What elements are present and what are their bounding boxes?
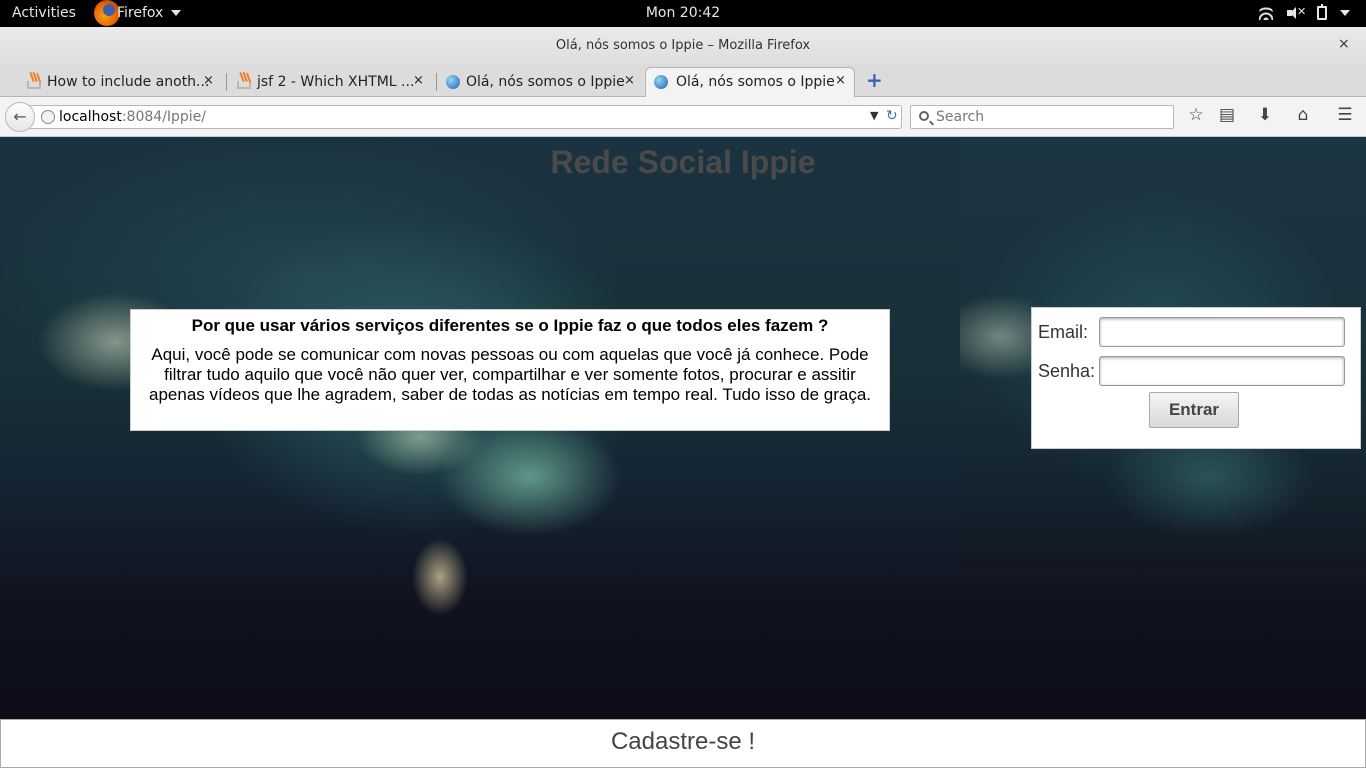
tab-close-button[interactable]: ×	[203, 73, 214, 88]
tab-label: Olá, nós somos o Ippie	[676, 74, 835, 90]
stackoverflow-icon	[237, 81, 251, 89]
email-field[interactable]	[1099, 317, 1345, 347]
back-button[interactable]: ←	[5, 102, 35, 132]
url-host: localhost	[59, 109, 122, 125]
volume-muted-icon[interactable]: ✕	[1287, 5, 1306, 20]
navigation-bar: localhost:8084/Ippie/ ▼ ↻ ← Search ☆ ▤ ⬇…	[0, 97, 1366, 137]
tab-label: jsf 2 - Which XHTML ...	[257, 74, 415, 90]
page-title: Rede Social Ippie	[550, 144, 816, 180]
battery-icon[interactable]	[1317, 4, 1327, 20]
email-label: Email:	[1038, 322, 1089, 342]
bookmark-star-icon[interactable]: ☆	[1185, 105, 1207, 125]
globe-icon	[654, 75, 668, 89]
gnome-top-bar: Activities Firefox Mon 20:42 ✕	[0, 0, 1366, 27]
tab-bar: How to include anoth... × jsf 2 - Which …	[0, 65, 1366, 97]
tab-close-button[interactable]: ×	[624, 73, 635, 88]
login-form: Email: Senha: Entrar	[1031, 307, 1361, 449]
intro-text: Aqui, você pode se comunicar com novas p…	[149, 345, 871, 404]
tab-4-active[interactable]: Olá, nós somos o Ippie ×	[645, 67, 855, 97]
menu-icon[interactable]: ☰	[1334, 105, 1356, 125]
password-field[interactable]	[1099, 356, 1345, 386]
window-close-button[interactable]: ×	[1338, 36, 1350, 52]
window-title: Olá, nós somos o Ippie – Mozilla Firefox	[555, 38, 811, 53]
reload-icon[interactable]: ↻	[886, 108, 898, 124]
tab-label: How to include anoth...	[47, 74, 210, 90]
clock[interactable]: Mon 20:42	[0, 5, 1366, 21]
stackoverflow-icon	[27, 81, 41, 89]
page-content: Rede Social Ippie Por que usar vários se…	[0, 137, 1366, 768]
search-placeholder: Search	[936, 109, 985, 125]
url-text[interactable]: localhost:8084/Ippie/	[59, 109, 206, 125]
home-icon[interactable]: ⌂	[1292, 105, 1314, 125]
login-button[interactable]: Entrar	[1149, 392, 1239, 428]
url-bar[interactable]: localhost:8084/Ippie/ ▼ ↻	[28, 105, 902, 129]
new-tab-button[interactable]: +	[866, 68, 883, 92]
intro-box: Por que usar vários serviços diferentes …	[130, 309, 890, 431]
download-icon[interactable]: ⬇	[1254, 105, 1276, 125]
url-path: :8084/Ippie/	[121, 109, 207, 125]
tab-close-button[interactable]: ×	[835, 73, 846, 88]
search-input[interactable]: Search	[910, 105, 1174, 129]
tab-label: Olá, nós somos o Ippie	[466, 74, 625, 90]
url-dropdown-icon[interactable]: ▼	[870, 109, 878, 122]
system-menu-caret-icon[interactable]	[1340, 10, 1350, 16]
wifi-icon[interactable]	[1259, 6, 1273, 20]
password-label: Senha:	[1038, 361, 1096, 381]
tab-2[interactable]: jsf 2 - Which XHTML ... ×	[235, 68, 431, 97]
signup-button[interactable]: Cadastre-se !	[0, 719, 1366, 768]
site-identity-icon[interactable]	[41, 110, 55, 124]
tab-3[interactable]: Olá, nós somos o Ippie ×	[444, 68, 640, 97]
tab-separator	[436, 73, 437, 91]
window-titlebar: Olá, nós somos o Ippie – Mozilla Firefox…	[0, 27, 1366, 65]
reading-list-icon[interactable]: ▤	[1216, 105, 1238, 125]
tab-close-button[interactable]: ×	[413, 73, 424, 88]
tab-1[interactable]: How to include anoth... ×	[25, 68, 221, 97]
intro-question: Por que usar vários serviços diferentes …	[191, 316, 829, 335]
search-icon	[919, 111, 929, 121]
tab-separator	[226, 73, 227, 91]
globe-icon	[446, 75, 460, 89]
